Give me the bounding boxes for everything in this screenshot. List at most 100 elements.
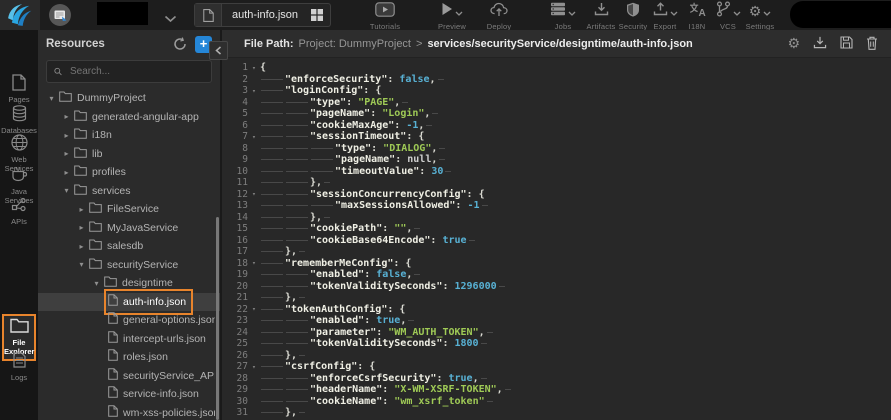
tree-item-dummyproject[interactable]: ▾DummyProject [38,89,220,108]
topbar: auth-info.json TutorialsPreviewDeployJob… [0,0,891,30]
sidebar-item-databases[interactable]: Databases [0,105,38,135]
code-line-4: 4"type": "PAGE", [222,97,891,109]
tree-item-lib[interactable]: ▸lib [38,145,220,164]
tree-item-services[interactable]: ▾services [38,182,220,201]
collapse-arrow-icon[interactable]: ▸ [76,223,87,232]
topbar-settings-button[interactable]: ⚙Settings [738,4,782,31]
file-editor: File Path: Project: DummyProject > servi… [220,30,891,420]
collapse-panel-button[interactable] [209,41,228,60]
redacted-region [790,1,891,28]
fold-arrow-icon[interactable]: ▾ [248,133,260,141]
globe-icon [11,134,28,156]
settings-button[interactable]: ⚙ [787,37,800,51]
breadcrumb-file-path: services/securityService/designtime/auth… [427,38,692,50]
collapse-arrow-icon[interactable]: ▸ [76,242,87,251]
search-icon [54,66,62,77]
code-line-8: 8"type": "DIALOG", [222,143,891,155]
topbar-tutorials-button[interactable]: Tutorials [363,4,407,31]
sidebar-item-pages[interactable]: Pages [0,74,38,104]
search-input[interactable] [68,65,204,78]
file-icon [108,293,118,311]
editor-header: File Path: Project: DummyProject > servi… [222,30,891,58]
collapse-arrow-icon[interactable]: ▸ [61,112,72,121]
project-menu-chevron-down-icon[interactable] [164,10,177,28]
tree-item-designtime[interactable]: ▾designtime [38,274,220,293]
expand-arrow-icon[interactable]: ▾ [91,279,102,288]
expand-arrow-icon[interactable]: ▾ [61,186,72,195]
code-line-31: 31}, [222,407,891,419]
code-editor[interactable]: 1▾{2"enforceSecurity": false,3▾"loginCon… [222,57,891,420]
project-note-icon [49,4,71,26]
collapse-arrow-icon[interactable]: ▸ [76,205,87,214]
fold-arrow-icon[interactable]: ▾ [248,305,260,313]
artifacts-icon [594,2,609,21]
tree-item-myjavaservice[interactable]: ▸ MyJavaService [38,219,220,238]
save-button[interactable] [840,36,853,51]
code-text: "timeoutValue": 30 [335,166,443,177]
tree-item-label: service-info.json [123,388,199,400]
code-line-25: 25"tokenValiditySeconds": 1800 [222,338,891,350]
line-number: 11 [222,177,248,188]
tree-item-generated-angular-app[interactable]: ▸ generated-angular-app [38,108,220,127]
topbar-preview-button[interactable]: Preview [430,4,474,31]
collapse-arrow-icon[interactable]: ▸ [61,168,72,177]
fold-arrow-icon[interactable]: ▾ [248,363,260,371]
wavemaker-studio-window: auth-info.json TutorialsPreviewDeployJob… [0,0,891,420]
tree-item-wm-xss-policies-json[interactable]: wm-xss-policies.json [38,404,220,420]
sidebar-item-logs[interactable]: Logs [0,352,38,382]
tree-item-securityservice[interactable]: ▾ securityService [38,256,220,275]
refresh-button[interactable] [173,37,187,51]
tree-item-label: securityService [107,259,178,271]
trash-icon [866,36,878,52]
wavemaker-logo-icon [7,2,33,28]
collapse-arrow-icon[interactable]: ▸ [61,149,72,158]
code-text: "tokenValiditySeconds": 1296000 [310,281,497,292]
collapse-arrow-icon[interactable]: ▸ [61,131,72,140]
tree-item-fileservice[interactable]: ▸FileService [38,200,220,219]
tree-item-label: auth-info.json [123,296,186,308]
resources-title: Resources [46,38,165,50]
i18n-icon: A [689,2,706,22]
tree-item-securityservice-api-json[interactable]: securityService_API.json [38,367,220,386]
dashboard-grid-icon[interactable] [310,8,330,22]
tree-item-label: generated-angular-app [92,111,199,123]
tree-item-i18n[interactable]: ▸i18n [38,126,220,145]
app-logo[interactable] [0,0,40,30]
fold-arrow-icon[interactable]: ▾ [248,259,260,267]
code-line-3: 3▾"loginConfig": { [222,85,891,97]
left-sidebar: PagesDatabasesWeb ServicesJava ServicesA… [0,30,38,420]
tree-item-salesdb[interactable]: ▸salesdb [38,237,220,256]
line-number: 7 [222,131,248,142]
code-text: "type": "DIALOG", [335,143,437,154]
tree-scrollbar[interactable] [216,217,219,420]
tree-item-intercept-urls-json[interactable]: intercept-urls.json [38,330,220,349]
delete-button[interactable] [866,36,878,52]
tree-item-label: profiles [92,166,126,178]
tree-item-roles-json[interactable]: roles.json [38,348,220,367]
tree-item-service-info-json[interactable]: service-info.json [38,385,220,404]
code-text: "pageName": null, [335,154,437,165]
expand-arrow-icon[interactable]: ▾ [46,94,57,103]
settings-icon: ⚙ [749,3,762,21]
resources-search[interactable] [46,60,212,83]
sidebar-item-apis[interactable]: APIs [0,196,38,226]
fold-arrow-icon[interactable]: ▾ [248,87,260,95]
expand-arrow-icon[interactable]: ▾ [76,260,87,269]
open-file-tab[interactable]: auth-info.json [194,3,331,27]
fold-arrow-icon[interactable]: ▾ [248,64,260,72]
line-number: 10 [222,166,248,177]
tree-item-profiles[interactable]: ▸ profiles [38,163,220,182]
download-button[interactable] [813,36,827,51]
folder-icon [74,108,87,126]
open-file-name[interactable]: auth-info.json [222,9,310,21]
line-number: 21 [222,292,248,303]
fold-arrow-icon[interactable]: ▾ [248,190,260,198]
topbar-deploy-button[interactable]: Deploy [477,4,521,31]
folder-icon [10,318,29,338]
tree-item-auth-info-json[interactable]: auth-info.json [38,293,220,312]
tree-item-general-options-json[interactable]: general-options.json [38,311,220,330]
line-number: 17 [222,246,248,257]
tree-item-label: MyJavaService [107,222,178,234]
project-avatar[interactable] [49,4,71,26]
file-icon [108,367,118,385]
